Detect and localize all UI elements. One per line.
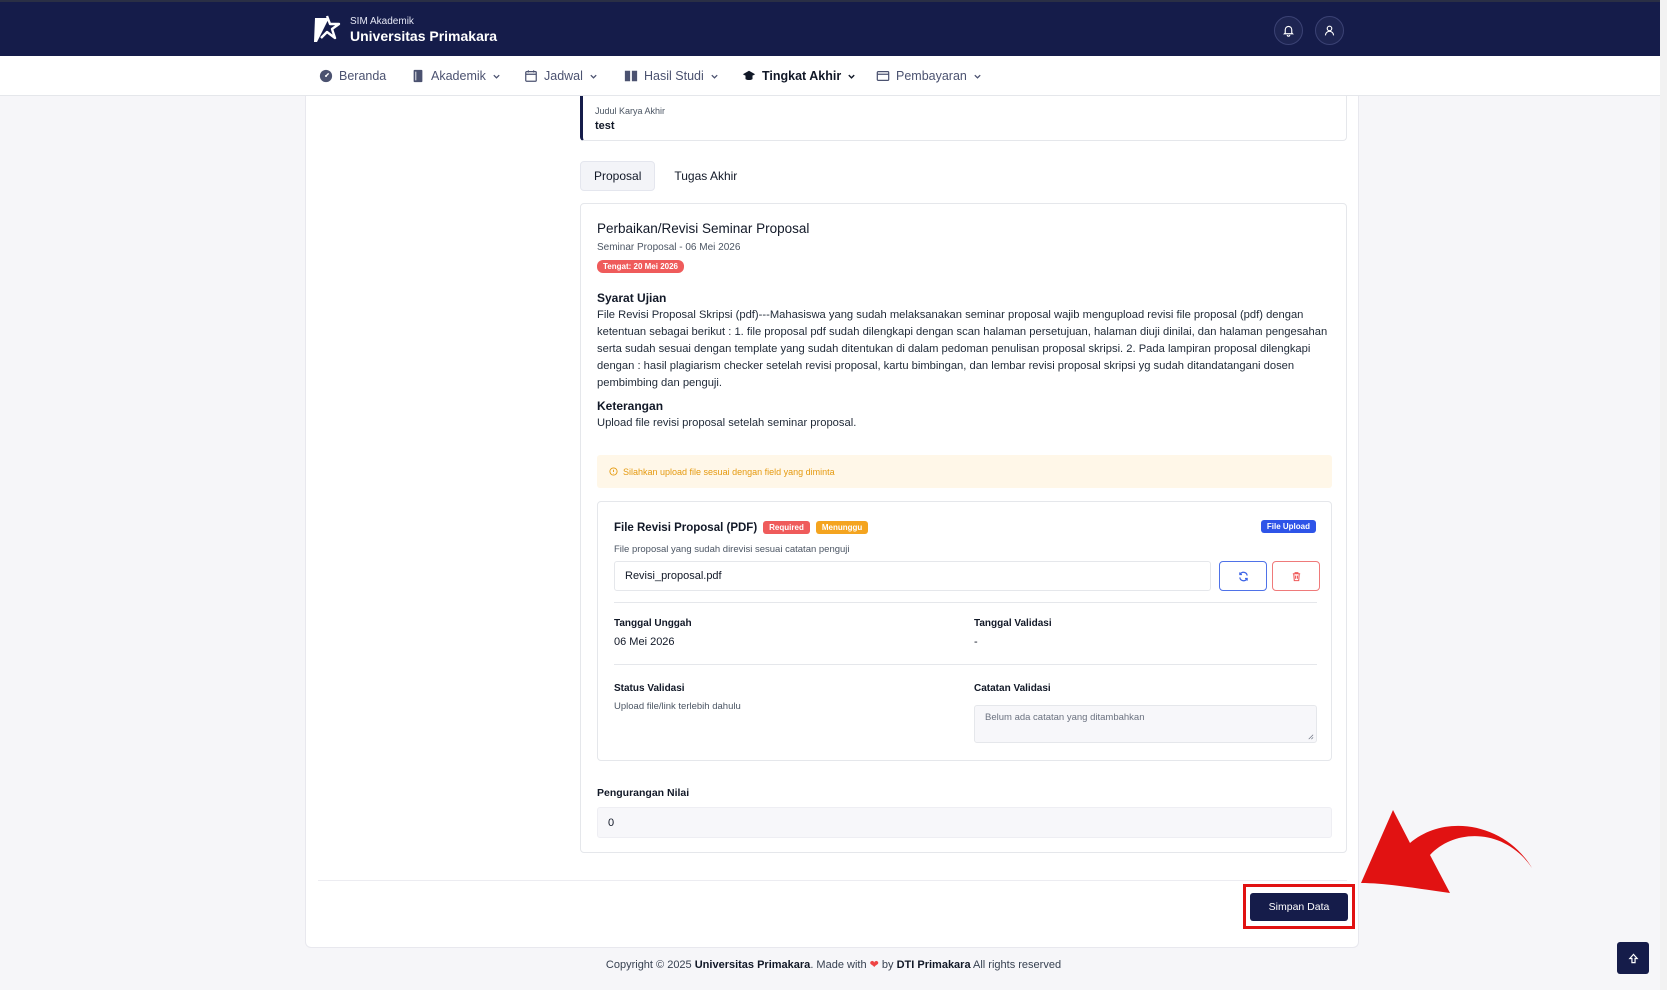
tanggal-unggah-value: 06 Mei 2026 — [614, 636, 675, 648]
keterangan-text: Upload file revisi proposal setelah semi… — [597, 417, 857, 429]
catatan-placeholder: Belum ada catatan yang ditambahkan — [985, 712, 1145, 723]
trash-icon — [1292, 571, 1300, 581]
annotation-arrow-icon — [1361, 810, 1532, 893]
tanggal-validasi-value: - — [974, 636, 978, 648]
warning-text: Silahkan upload file sesuai dengan field… — [623, 466, 835, 477]
tab-tugas-akhir[interactable]: Tugas Akhir — [661, 161, 750, 191]
calendar-icon — [525, 70, 537, 82]
replace-file-button[interactable] — [1219, 561, 1267, 591]
profile-button[interactable] — [1315, 16, 1344, 45]
field-description: File proposal yang sudah direvisi sesuai… — [614, 544, 850, 555]
chevron-down-icon — [974, 74, 981, 79]
required-badge: Required — [763, 521, 810, 534]
nav-beranda[interactable]: Beranda — [319, 56, 386, 96]
file-field-card: File Revisi Proposal (PDF) Required Menu… — [597, 501, 1332, 761]
notification-button[interactable] — [1274, 16, 1303, 45]
brand[interactable]: SIM Akademik Universitas Primakara — [312, 14, 497, 46]
scroll-to-top-button[interactable] — [1617, 942, 1649, 974]
chevron-down-icon — [493, 74, 500, 79]
nav-pembayaran[interactable]: Pembayaran — [876, 56, 982, 96]
pengurangan-nilai-label: Pengurangan Nilai — [597, 787, 690, 799]
resize-grip-icon[interactable] — [1307, 733, 1314, 740]
chevron-down-icon — [590, 74, 597, 79]
footer: Copyright © 2025 Universitas Primakara. … — [0, 958, 1667, 971]
nav-akademik-label: Akademik — [431, 69, 486, 83]
field-title-row: File Revisi Proposal (PDF) Required Menu… — [614, 521, 869, 534]
field-title: File Revisi Proposal (PDF) — [614, 521, 758, 534]
divider — [614, 664, 1317, 665]
nav-akademik[interactable]: Akademik — [411, 56, 501, 96]
revision-panel: Perbaikan/Revisi Seminar Proposal Semina… — [580, 203, 1347, 853]
brand-title: Universitas Primakara — [350, 28, 498, 44]
columns-icon — [624, 70, 638, 82]
graduation-cap-icon — [742, 70, 756, 81]
info-circle-icon — [609, 467, 618, 476]
footer-prefix: Copyright © 2025 — [605, 959, 692, 971]
deadline-badge: Tengat: 20 Mei 2026 — [597, 260, 684, 273]
nav-jadwal[interactable]: Jadwal — [524, 56, 598, 96]
scrollbar[interactable] — [1660, 0, 1667, 990]
footer-divider — [318, 880, 1347, 881]
delete-file-button[interactable] — [1272, 561, 1320, 591]
brand-subtitle: SIM Akademik — [350, 16, 414, 27]
nav-hasil-studi[interactable]: Hasil Studi — [624, 56, 719, 96]
primakara-logo-icon — [314, 15, 341, 42]
tab-proposal[interactable]: Proposal — [580, 161, 656, 191]
catatan-validasi-textarea[interactable]: Belum ada catatan yang ditambahkan — [974, 705, 1317, 743]
keterangan-heading: Keterangan — [597, 399, 664, 413]
nav-jadwal-label: Jadwal — [544, 69, 583, 83]
chevron-down-icon — [848, 74, 855, 79]
arrow-up-icon — [1628, 952, 1638, 963]
dashboard-icon — [319, 69, 333, 83]
judul-value: test — [595, 120, 615, 132]
save-button[interactable]: Simpan Data — [1250, 893, 1348, 921]
status-badge: Menunggu — [815, 521, 869, 534]
top-bar: SIM Akademik Universitas Primakara — [0, 0, 1667, 56]
nav-pembayaran-label: Pembayaran — [896, 69, 967, 83]
divider — [614, 602, 1317, 603]
status-validasi-label: Status Validasi — [614, 683, 685, 694]
tanggal-unggah-label: Tanggal Unggah — [614, 618, 692, 629]
footer-university: Universitas Primakara — [694, 959, 811, 971]
nav-hasil-studi-label: Hasil Studi — [644, 69, 704, 83]
field-type-badge: File Upload — [1260, 520, 1316, 533]
panel-subtitle: Seminar Proposal - 06 Mei 2026 — [597, 242, 741, 253]
pengurangan-nilai-input[interactable]: 0 — [597, 807, 1332, 838]
nav-tingkat-akhir-label: Tingkat Akhir — [762, 69, 842, 83]
syarat-heading: Syarat Ujian — [597, 291, 667, 305]
footer-made-with: . Made with — [810, 959, 867, 971]
bell-icon — [1283, 25, 1294, 37]
nav-tingkat-akhir[interactable]: Tingkat Akhir — [742, 56, 856, 96]
catatan-validasi-label: Catatan Validasi — [974, 683, 1051, 694]
heart-icon: ❤ — [869, 959, 879, 971]
wallet-icon — [876, 71, 890, 81]
main-nav: Beranda Akademik Jadwal Hasil Studi Ting… — [0, 56, 1667, 96]
judul-karya-akhir-box: Judul Karya Akhir test — [580, 96, 1347, 141]
chevron-down-icon — [711, 74, 718, 79]
panel-title: Perbaikan/Revisi Seminar Proposal — [597, 221, 810, 236]
stage-tabs: Proposal Tugas Akhir — [580, 161, 750, 191]
user-icon — [1324, 25, 1335, 36]
nav-beranda-label: Beranda — [339, 69, 387, 83]
footer-org: DTI Primakara — [896, 959, 971, 971]
tanggal-validasi-label: Tanggal Validasi — [974, 618, 1052, 629]
save-highlight-box: Simpan Data — [1243, 884, 1355, 929]
upload-warning: Silahkan upload file sesuai dengan field… — [597, 455, 1332, 488]
footer-suffix: All rights reserved — [973, 959, 1062, 971]
book-icon — [413, 69, 423, 83]
status-validasi-value: Upload file/link terlebih dahulu — [614, 701, 741, 712]
syarat-text: File Revisi Proposal Skripsi (pdf)---Mah… — [597, 309, 1328, 389]
footer-by: by — [881, 959, 894, 971]
judul-label: Judul Karya Akhir — [595, 106, 666, 116]
file-name-field[interactable]: Revisi_proposal.pdf — [614, 561, 1211, 591]
refresh-icon — [1238, 571, 1248, 581]
